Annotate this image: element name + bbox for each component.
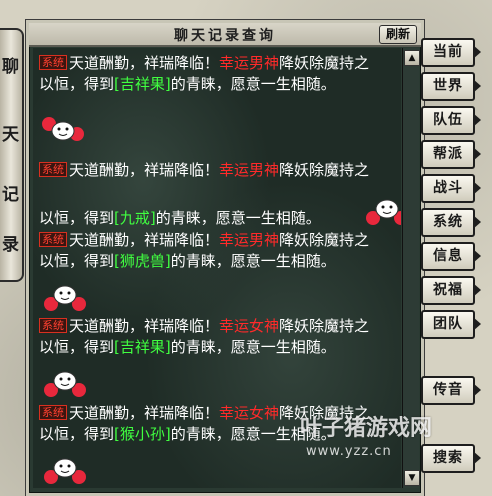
channel-button-system[interactable]: 系统 bbox=[421, 208, 481, 237]
message-text: 以恒，得到 bbox=[39, 209, 115, 227]
left-scroll-char: 记 bbox=[2, 185, 19, 205]
chat-message-continued: 以恒，得到[九戒]的青睐，愿意一生相随。 bbox=[39, 208, 399, 229]
item-link[interactable]: [吉祥果] bbox=[114, 338, 171, 356]
message-text: 的青睐，愿意一生相随。 bbox=[170, 252, 336, 270]
watermark-brand: 叶子猪游戏网 bbox=[300, 416, 433, 441]
message-text: 以恒，得到 bbox=[39, 338, 115, 356]
left-scroll-char: 录 bbox=[2, 235, 19, 255]
message-text: 以恒，得到 bbox=[39, 75, 115, 93]
message-text: 降妖除魔持之 bbox=[279, 54, 370, 72]
player-name[interactable]: 幸运男神 bbox=[219, 231, 279, 249]
system-tag[interactable]: 系统 bbox=[39, 232, 67, 247]
player-name[interactable]: 幸运男神 bbox=[219, 54, 279, 72]
message-text: 天道酬勤，祥瑞降临！ bbox=[69, 161, 220, 179]
chat-message: 系统 天道酬勤，祥瑞降临！幸运男神降妖除魔持之 以恒，得到[吉祥果]的青睐，愿意一… bbox=[39, 53, 399, 95]
channel-button-info[interactable]: 信息 bbox=[421, 242, 481, 271]
left-scroll-decoration: 聊 天 记 录 bbox=[0, 28, 24, 282]
channel-button-battle[interactable]: 战斗 bbox=[421, 174, 481, 203]
message-text: 降妖除魔持之 bbox=[279, 161, 370, 179]
item-link[interactable]: [猴小孙] bbox=[114, 425, 171, 443]
window-title: 聊天记录查询 bbox=[174, 28, 276, 44]
chat-message: 系统 天道酬勤，祥瑞降临！幸运男神降妖除魔持之 bbox=[39, 160, 399, 181]
system-tag[interactable]: 系统 bbox=[39, 55, 67, 70]
player-name[interactable]: 幸运男神 bbox=[219, 161, 279, 179]
pet-avatar-icon bbox=[44, 285, 86, 311]
player-name[interactable]: 幸运女神 bbox=[219, 317, 279, 335]
system-tag[interactable]: 系统 bbox=[39, 318, 67, 333]
item-link[interactable]: [吉祥果] bbox=[114, 75, 171, 93]
channel-button-team[interactable]: 队伍 bbox=[421, 106, 481, 135]
channel-button-guild[interactable]: 帮派 bbox=[421, 140, 481, 169]
item-link[interactable]: [狮虎兽] bbox=[114, 252, 171, 270]
message-text: 以恒，得到 bbox=[39, 425, 115, 443]
pet-avatar-icon bbox=[44, 371, 86, 397]
message-text: 以恒，得到 bbox=[39, 252, 115, 270]
left-scroll-char: 天 bbox=[2, 125, 19, 145]
player-name[interactable]: 幸运女神 bbox=[219, 404, 279, 422]
scroll-up-icon[interactable]: ▲ bbox=[404, 50, 420, 66]
channel-button-current[interactable]: 当前 bbox=[421, 38, 481, 67]
channel-button-group[interactable]: 团队 bbox=[421, 310, 481, 339]
message-text: 天道酬勤，祥瑞降临！ bbox=[69, 54, 220, 72]
pet-avatar-icon bbox=[366, 199, 401, 225]
message-text: 的青睐，愿意一生相随。 bbox=[170, 338, 336, 356]
chat-message: 系统 天道酬勤，祥瑞降临！幸运女神降妖除魔持之 以恒，得到[吉祥果]的青睐，愿意一… bbox=[39, 316, 399, 358]
message-text: 天道酬勤，祥瑞降临！ bbox=[69, 231, 220, 249]
message-text: 降妖除魔持之 bbox=[279, 317, 370, 335]
channel-button-blessing[interactable]: 祝福 bbox=[421, 276, 481, 305]
message-text: 的青睐，愿意一生相随。 bbox=[155, 209, 321, 227]
pet-avatar-icon bbox=[42, 117, 84, 141]
channel-button-world[interactable]: 世界 bbox=[421, 72, 481, 101]
system-tag[interactable]: 系统 bbox=[39, 162, 67, 177]
refresh-button[interactable]: 刷新 bbox=[379, 25, 417, 44]
message-text: 天道酬勤，祥瑞降临！ bbox=[69, 404, 220, 422]
site-watermark: 叶子猪游戏网 www.yzz.cn bbox=[300, 410, 490, 490]
chat-message: 系统 天道酬勤，祥瑞降临！幸运男神降妖除魔持之 以恒，得到[狮虎兽]的青睐，愿意一… bbox=[39, 230, 399, 272]
system-tag[interactable]: 系统 bbox=[39, 405, 67, 420]
left-scroll-char: 聊 bbox=[2, 57, 19, 77]
message-text: 天道酬勤，祥瑞降临！ bbox=[69, 317, 220, 335]
pet-avatar-icon bbox=[44, 458, 86, 484]
message-text: 降妖除魔持之 bbox=[279, 231, 370, 249]
item-link[interactable]: [九戒] bbox=[114, 209, 156, 227]
watermark-url: www.yzz.cn bbox=[306, 444, 392, 459]
title-bar: 聊天记录查询 刷新 bbox=[29, 23, 421, 47]
channel-button-whisper[interactable]: 传音 bbox=[421, 376, 481, 405]
message-text: 的青睐，愿意一生相随。 bbox=[170, 75, 336, 93]
